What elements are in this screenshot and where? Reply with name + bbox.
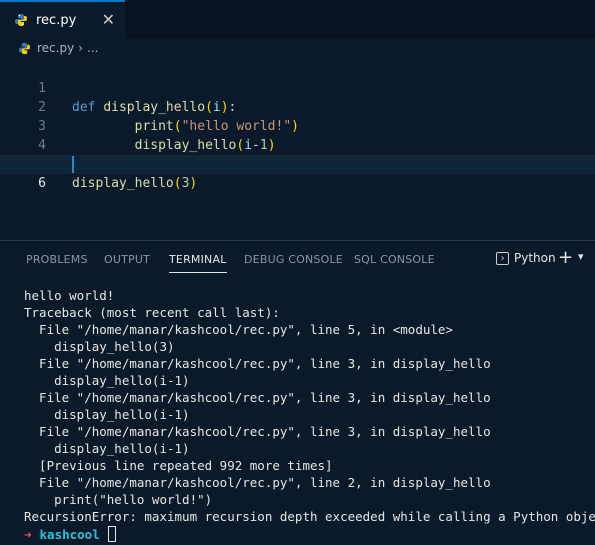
code-line-5[interactable]: 5 display_hello(3) [0, 136, 595, 191]
breadcrumb: rec.py › ... [0, 38, 595, 58]
tab-terminal[interactable]: TERMINAL [169, 253, 227, 273]
terminal-prompt[interactable]: ➜ kashcool [24, 525, 116, 543]
tab-sql-console[interactable]: SQL CONSOLE [354, 253, 435, 266]
terminal-line: File "/home/manar/kashcool/rec.py", line… [24, 356, 491, 371]
terminal-line: File "/home/manar/kashcool/rec.py", line… [24, 390, 491, 405]
tab-output[interactable]: OUTPUT [104, 253, 150, 266]
terminal-line: File "/home/manar/kashcool/rec.py", line… [24, 322, 453, 337]
tab-rec-py[interactable]: rec.py ✕ [0, 0, 125, 38]
text-cursor [72, 156, 74, 173]
plus-icon[interactable]: + [558, 247, 573, 268]
code-line-6[interactable]: 6 [0, 155, 595, 191]
terminal-line: File "/home/manar/kashcool/rec.py", line… [24, 475, 491, 490]
prompt-arrow-icon: ➜ [24, 526, 32, 542]
close-icon[interactable]: ✕ [102, 10, 115, 29]
code-editor[interactable]: 1 def display_hello(i): 2 print("hello w… [0, 58, 595, 240]
terminal-line: print("hello world!") [24, 492, 213, 507]
tab-debug-console[interactable]: DEBUG CONSOLE [244, 253, 343, 266]
python-icon [15, 14, 27, 26]
tab-problems[interactable]: PROBLEMS [26, 253, 88, 266]
chevron-down-icon[interactable]: ▾ [578, 250, 584, 263]
prompt-directory: kashcool [39, 526, 100, 542]
code-line-3[interactable]: 3 display_hello(i-1) [0, 98, 595, 153]
terminal-icon: › [496, 251, 509, 265]
tab-filename: rec.py [36, 12, 77, 28]
breadcrumb-separator: › [78, 41, 83, 55]
terminal-line: hello world! [24, 288, 115, 303]
terminal-cursor [107, 526, 116, 542]
terminal-line: display_hello(3) [24, 339, 175, 354]
terminal-output[interactable]: hello world! Traceback (most recent call… [24, 287, 595, 525]
terminal-line: RecursionError: maximum recursion depth … [24, 509, 595, 524]
shell-name: Python [514, 251, 556, 265]
terminal-line: File "/home/manar/kashcool/rec.py", line… [24, 424, 491, 439]
bottom-panel: PROBLEMS OUTPUT TERMINAL DEBUG CONSOLE S… [0, 240, 595, 545]
code-text: display_hello(3) [72, 176, 198, 191]
terminal-line: Traceback (most recent call last): [24, 305, 280, 320]
breadcrumb-file[interactable]: rec.py [37, 41, 74, 55]
terminal-shell-selector[interactable]: › Python [496, 251, 556, 265]
code-line-1[interactable]: 1 def display_hello(i): [0, 60, 595, 115]
terminal-line: [Previous line repeated 992 more times] [24, 458, 333, 473]
terminal-line: display_hello(i-1) [24, 373, 190, 388]
code-line-4[interactable]: 4 [0, 117, 595, 153]
line-number: 6 [38, 176, 46, 191]
terminal-line: display_hello(i-1) [24, 441, 190, 456]
code-line-2[interactable]: 2 print("hello world!") [0, 79, 595, 134]
panel-tab-bar: PROBLEMS OUTPUT TERMINAL DEBUG CONSOLE S… [0, 241, 595, 277]
editor-tab-bar: rec.py ✕ [0, 0, 595, 38]
terminal-line: display_hello(i-1) [24, 407, 190, 422]
python-icon [18, 42, 31, 54]
breadcrumb-symbols[interactable]: ... [87, 41, 98, 55]
